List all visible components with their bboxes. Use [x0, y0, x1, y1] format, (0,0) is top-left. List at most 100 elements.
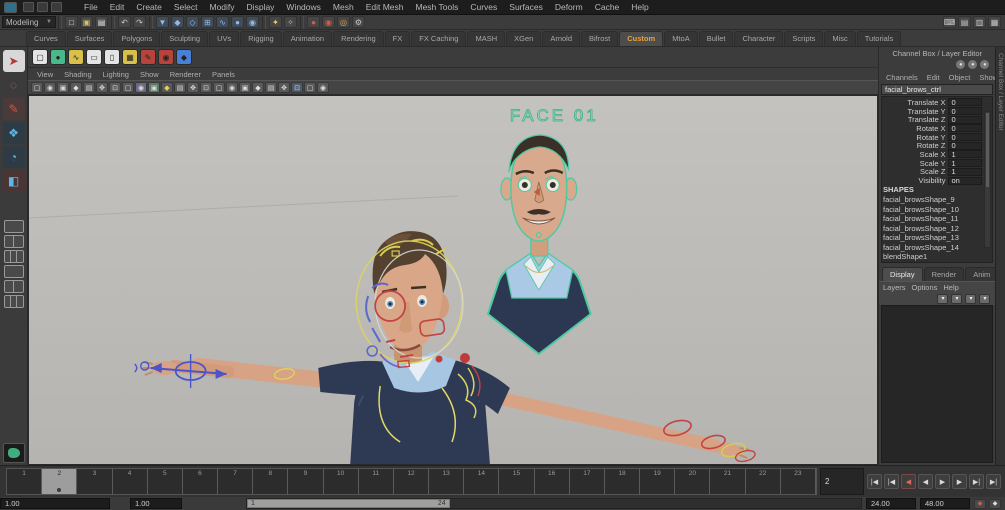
- frame-5[interactable]: 5: [148, 469, 183, 494]
- rotate-tool[interactable]: ◔: [3, 146, 25, 168]
- lattice-icon[interactable]: ▦: [122, 49, 138, 65]
- shelf-tab-rigging[interactable]: Rigging: [240, 31, 281, 46]
- panel-menu-lighting[interactable]: Lighting: [98, 70, 134, 79]
- menu-display[interactable]: Display: [241, 1, 281, 13]
- panel-menu-shading[interactable]: Shading: [59, 70, 97, 79]
- select-hierarchy-icon[interactable]: ▼: [156, 16, 169, 28]
- step-back-frame-button[interactable]: |◀: [884, 474, 899, 489]
- gamma-icon[interactable]: ◉: [317, 82, 329, 93]
- poly-cube-icon[interactable]: ▢: [32, 49, 48, 65]
- menu-surfaces[interactable]: Surfaces: [503, 1, 549, 13]
- layer-list[interactable]: [881, 305, 993, 463]
- shape-node-blendshape1[interactable]: blendShape1: [883, 252, 982, 262]
- step-forward-frame-button[interactable]: ▶|: [969, 474, 984, 489]
- menu-mesh-tools[interactable]: Mesh Tools: [410, 1, 465, 13]
- go-to-start-button[interactable]: |◀: [867, 474, 882, 489]
- fluid-icon[interactable]: ◉: [158, 49, 174, 65]
- shadows-icon[interactable]: ▤: [174, 82, 186, 93]
- new-scene-icon[interactable]: □: [65, 16, 78, 28]
- shelf-tab-fx-caching[interactable]: FX Caching: [411, 31, 466, 46]
- input-line-icon[interactable]: ⌨: [943, 16, 956, 28]
- menu-select[interactable]: Select: [168, 1, 204, 13]
- frame-3[interactable]: 3: [77, 469, 112, 494]
- uv-persp-layout[interactable]: [4, 295, 24, 308]
- shelf-tab-xgen[interactable]: XGen: [506, 31, 541, 46]
- slider-mode-icon[interactable]: ●: [980, 60, 989, 69]
- shape-node-facial-browsshape-11[interactable]: facial_browsShape_11: [883, 214, 982, 224]
- channel-attribute-row[interactable]: Rotate Y0: [883, 133, 982, 142]
- menu-create[interactable]: Create: [130, 1, 168, 13]
- channel-box-toggle-icon[interactable]: ▦: [988, 16, 1001, 28]
- attribute-value[interactable]: 0: [948, 116, 982, 124]
- attribute-value[interactable]: 0: [948, 142, 982, 150]
- select-object-icon[interactable]: ◆: [171, 16, 184, 28]
- two-d-pan-zoom-icon[interactable]: ✥: [96, 82, 108, 93]
- render-settings-icon[interactable]: ⚙: [352, 16, 365, 28]
- frame-22[interactable]: 22: [746, 469, 781, 494]
- panel-menu-view[interactable]: View: [32, 70, 58, 79]
- frame-15[interactable]: 15: [499, 469, 534, 494]
- multisample-icon[interactable]: ▢: [213, 82, 225, 93]
- x-ray-icon[interactable]: ⊡: [291, 82, 303, 93]
- minimize-icon[interactable]: [51, 2, 62, 12]
- layer-menu-help[interactable]: Help: [943, 283, 958, 292]
- auto-keyframe-toggle-button[interactable]: ◆: [974, 499, 986, 509]
- shelf-tab-fx[interactable]: FX: [385, 31, 411, 46]
- attribute-value[interactable]: 1: [948, 159, 982, 167]
- scale-tool[interactable]: ◧: [3, 170, 25, 192]
- shelf-tab-rendering[interactable]: Rendering: [333, 31, 384, 46]
- hypershade-persp-layout[interactable]: [4, 280, 24, 293]
- attribute-value[interactable]: 0: [948, 133, 982, 141]
- poly-plane-icon[interactable]: ▭: [86, 49, 102, 65]
- lasso-tool[interactable]: ◌: [3, 74, 25, 96]
- no-history-icon[interactable]: ✧: [284, 16, 297, 28]
- channel-attribute-row[interactable]: Rotate X0: [883, 124, 982, 133]
- curve-tool-icon[interactable]: ∿: [68, 49, 84, 65]
- field-chart-icon[interactable]: ▣: [239, 82, 251, 93]
- make-live-icon[interactable]: ◉: [246, 16, 259, 28]
- shelf-tab-custom[interactable]: Custom: [619, 31, 663, 46]
- four-pane-layout[interactable]: [4, 250, 24, 263]
- channel-menu-object[interactable]: Object: [945, 73, 975, 82]
- menu-set-selector[interactable]: Modeling ▼: [2, 16, 56, 28]
- shelf-tab-curves[interactable]: Curves: [26, 31, 66, 46]
- attribute-value[interactable]: 0: [948, 124, 982, 132]
- attribute-value[interactable]: 1: [948, 150, 982, 158]
- shape-node-facial-browsshape-13[interactable]: facial_browsShape_13: [883, 233, 982, 243]
- playback-start-field[interactable]: 1.00: [130, 498, 182, 509]
- time-slider[interactable]: 1234567891011121314151617181920212223: [6, 468, 817, 495]
- step-back-key-button[interactable]: ◀: [901, 474, 916, 489]
- layer-menu-layers[interactable]: Layers: [883, 283, 906, 292]
- frame-12[interactable]: 12: [394, 469, 429, 494]
- single-pane-layout[interactable]: [4, 220, 24, 233]
- frame-18[interactable]: 18: [605, 469, 640, 494]
- redo-icon[interactable]: ↷: [133, 16, 146, 28]
- frame-16[interactable]: 16: [535, 469, 570, 494]
- layer-menu-options[interactable]: Options: [912, 283, 938, 292]
- select-component-icon[interactable]: ◇: [186, 16, 199, 28]
- shelf-tab-bifrost[interactable]: Bifrost: [581, 31, 618, 46]
- animation-start-field[interactable]: 1.00: [0, 498, 110, 509]
- move-tool[interactable]: ❖: [3, 122, 25, 144]
- shape-node-facial-browsshape-9[interactable]: facial_browsShape_9: [883, 195, 982, 205]
- gate-mask-icon[interactable]: ▤: [265, 82, 277, 93]
- two-pane-layout[interactable]: [4, 235, 24, 248]
- channel-attribute-row[interactable]: Scale Y1: [883, 159, 982, 168]
- frame-4[interactable]: 4: [113, 469, 148, 494]
- channel-attribute-row[interactable]: Visibilityon: [883, 176, 982, 185]
- undo-icon[interactable]: ↶: [118, 16, 131, 28]
- channel-attribute-row[interactable]: Scale Z1: [883, 168, 982, 177]
- camera-attributes-icon[interactable]: ▣: [57, 82, 69, 93]
- menu-deform[interactable]: Deform: [549, 1, 589, 13]
- history-icon[interactable]: ●: [956, 60, 965, 69]
- frame-19[interactable]: 19: [640, 469, 675, 494]
- perspective-viewport[interactable]: FACE 01: [28, 95, 878, 465]
- animation-preferences-button[interactable]: ◆: [989, 499, 1001, 509]
- ncloth-icon[interactable]: ◆: [176, 49, 192, 65]
- construction-history-icon[interactable]: ✦: [269, 16, 282, 28]
- snap-to-curve-icon[interactable]: ∿: [216, 16, 229, 28]
- channel-attribute-row[interactable]: Translate X0: [883, 98, 982, 107]
- layer-tab-anim[interactable]: Anim: [965, 267, 998, 281]
- render-current-frame-icon[interactable]: ◉: [322, 16, 335, 28]
- menu-file[interactable]: File: [78, 1, 104, 13]
